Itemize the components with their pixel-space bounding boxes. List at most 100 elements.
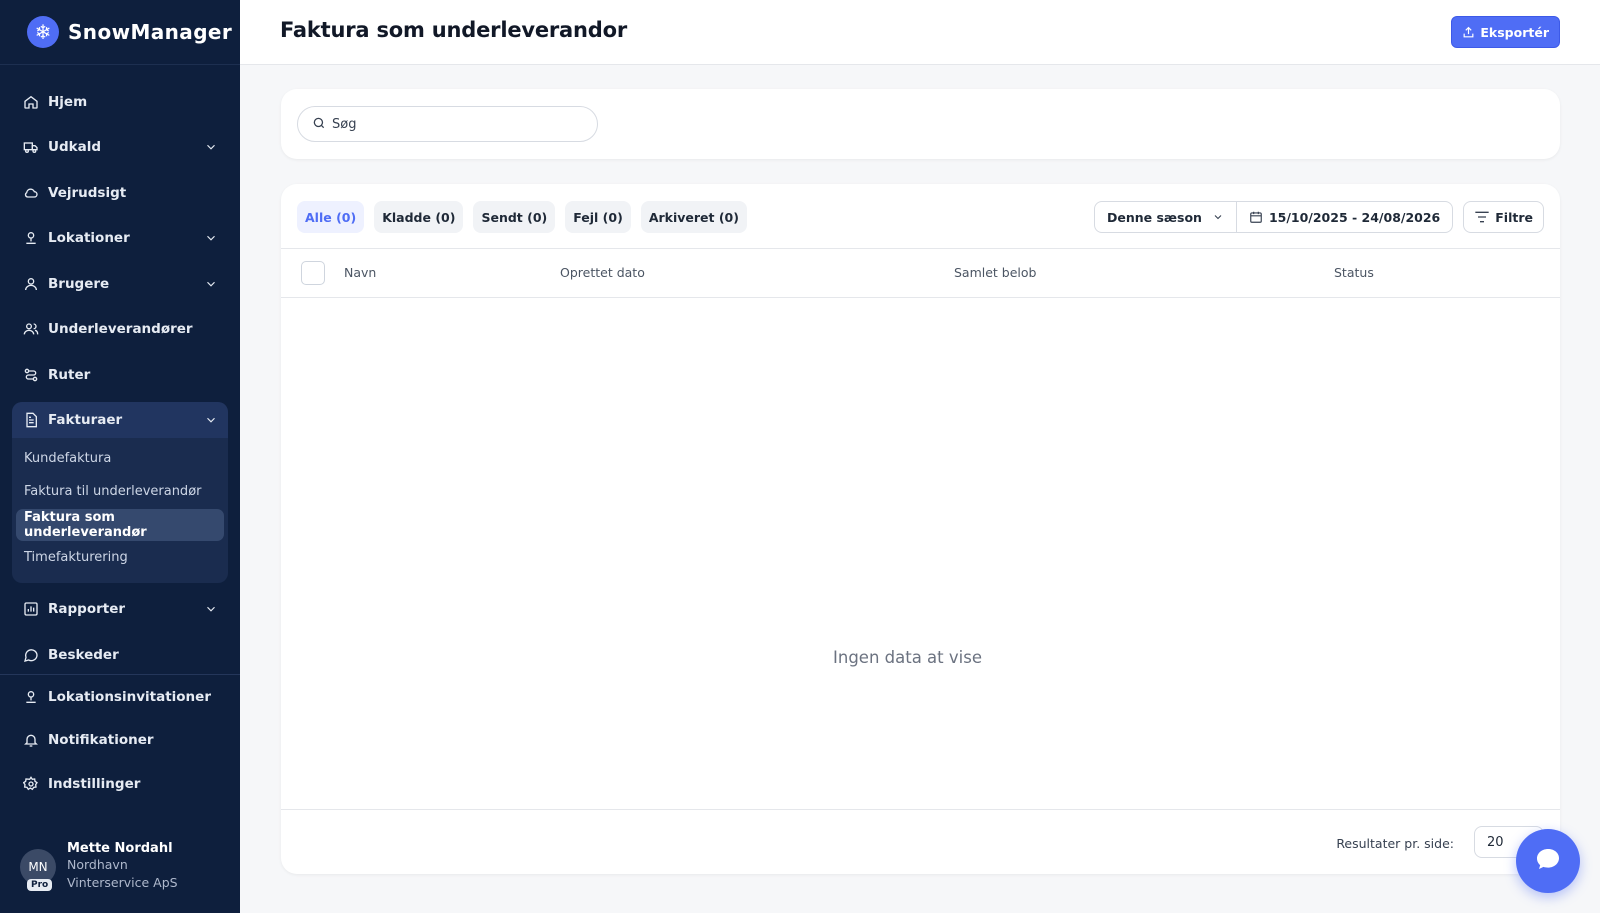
sidebar-item-label: Vejrudsigt bbox=[48, 184, 127, 201]
sidebar-item-vejrudsigt[interactable]: Vejrudsigt bbox=[12, 170, 228, 216]
sidebar-item-label: Beskeder bbox=[48, 646, 119, 663]
submenu-item-faktura-som-underleverandor[interactable]: Faktura som underleverandør bbox=[16, 508, 224, 541]
chevron-down-icon bbox=[204, 140, 218, 154]
sidebar-item-label: Lokationer bbox=[48, 230, 130, 247]
user-organization: Nordhavn Vinterservice ApS bbox=[67, 857, 178, 890]
truck-icon bbox=[22, 138, 40, 156]
cloud-icon bbox=[22, 184, 40, 202]
sidebar-item-brugere[interactable]: Brugere bbox=[12, 261, 228, 307]
tab-alle[interactable]: Alle (0) bbox=[297, 201, 365, 233]
sidebar-item-label: Notifikationer bbox=[48, 732, 154, 749]
sidebar: ❄ SnowManager Hjem Udkald Vejrudsigt Lok… bbox=[0, 0, 240, 913]
filters-label: Filtre bbox=[1495, 209, 1533, 225]
chevron-down-icon bbox=[1212, 211, 1224, 223]
chevron-down-icon bbox=[204, 413, 218, 427]
sidebar-item-lokationsinvitationer[interactable]: Lokationsinvitationer bbox=[12, 675, 228, 719]
app-name: SnowManager bbox=[68, 20, 233, 44]
invoices-group: Fakturaer Kundefaktura Faktura til under… bbox=[12, 401, 228, 583]
sidebar-item-rapporter[interactable]: Rapporter bbox=[12, 587, 228, 633]
sidebar-item-label: Rapporter bbox=[48, 601, 126, 618]
filters-button[interactable]: Filtre bbox=[1463, 201, 1544, 233]
chat-button[interactable] bbox=[1516, 829, 1580, 893]
date-range-picker[interactable]: 15/10/2025 - 24/08/2026 bbox=[1237, 202, 1452, 232]
chevron-down-icon bbox=[204, 602, 218, 616]
chart-icon bbox=[22, 600, 40, 618]
sidebar-item-ruter[interactable]: Ruter bbox=[12, 352, 228, 398]
column-header-status[interactable]: Status bbox=[1334, 265, 1374, 280]
sidebar-item-fakturaer[interactable]: Fakturaer bbox=[12, 401, 228, 438]
filter-icon bbox=[1474, 210, 1490, 224]
table-footer: Resultater pr. side: 20 bbox=[281, 809, 1560, 874]
table-header: Navn Oprettet dato Samlet belob Status bbox=[281, 248, 1560, 298]
user-info: Mette Nordahl Nordhavn Vinterservice ApS bbox=[67, 841, 207, 895]
per-page-label: Resultater pr. side: bbox=[1336, 836, 1454, 851]
sidebar-item-hjem[interactable]: Hjem bbox=[12, 79, 228, 125]
user-profile[interactable]: MN Pro Mette Nordahl Nordhavn Vinterserv… bbox=[0, 823, 240, 913]
search-icon bbox=[312, 115, 326, 134]
tab-kladde[interactable]: Kladde (0) bbox=[374, 201, 464, 233]
per-page-value: 20 bbox=[1487, 834, 1504, 850]
sidebar-item-label: Indstillinger bbox=[48, 775, 141, 792]
message-icon bbox=[22, 646, 40, 664]
export-button[interactable]: Eksportér bbox=[1451, 16, 1560, 48]
sidebar-item-label: Brugere bbox=[48, 275, 110, 292]
gear-icon bbox=[22, 775, 40, 793]
column-header-navn[interactable]: Navn bbox=[344, 265, 376, 280]
calendar-icon bbox=[1249, 210, 1263, 224]
submenu-item-timefakturering[interactable]: Timefakturering bbox=[16, 542, 224, 574]
avatar: MN Pro bbox=[20, 849, 56, 891]
sidebar-item-label: Hjem bbox=[48, 93, 88, 110]
tab-fejl[interactable]: Fejl (0) bbox=[565, 201, 631, 233]
select-all-checkbox[interactable] bbox=[301, 261, 325, 285]
user-icon bbox=[22, 275, 40, 293]
sidebar-item-beskeder[interactable]: Beskeder bbox=[12, 632, 228, 678]
chat-bubble-icon bbox=[1535, 847, 1561, 875]
bell-icon bbox=[22, 731, 40, 749]
topbar: Faktura som underleverandor Eksportér bbox=[240, 0, 1600, 65]
export-label: Eksportér bbox=[1480, 24, 1549, 40]
sidebar-item-label: Udkald bbox=[48, 139, 102, 156]
export-icon bbox=[1462, 26, 1475, 39]
user-name: Mette Nordahl bbox=[67, 841, 173, 856]
location-invite-icon bbox=[22, 688, 40, 706]
sidebar-item-label: Fakturaer bbox=[48, 411, 123, 428]
invoice-table-card: Alle (0) Kladde (0) Sendt (0) Fejl (0) A… bbox=[281, 184, 1560, 874]
sidebar-item-underleverandorer[interactable]: Underleverandører bbox=[12, 307, 228, 353]
status-tabs: Alle (0) Kladde (0) Sendt (0) Fejl (0) A… bbox=[297, 201, 747, 233]
empty-state: Ingen data at vise bbox=[833, 648, 982, 667]
pro-badge: Pro bbox=[27, 879, 53, 891]
submenu-item-faktura-til-underleverandor[interactable]: Faktura til underleverandør bbox=[16, 476, 224, 508]
filters-bar: Denne sæson 15/10/2025 - 24/08/2026 Filt… bbox=[1093, 201, 1544, 233]
date-range-label: 15/10/2025 - 24/08/2026 bbox=[1268, 209, 1441, 225]
column-header-samlet-belob[interactable]: Samlet belob bbox=[954, 265, 1037, 280]
users-icon bbox=[22, 320, 40, 338]
invoices-submenu: Kundefaktura Faktura til underleverandør… bbox=[12, 438, 228, 574]
sidebar-item-label: Ruter bbox=[48, 366, 91, 383]
bottom-nav: Lokationsinvitationer Notifikationer Ind… bbox=[0, 674, 240, 806]
sidebar-item-label: Underleverandører bbox=[48, 321, 193, 338]
brand[interactable]: ❄ SnowManager bbox=[0, 0, 240, 65]
submenu-item-kundefaktura[interactable]: Kundefaktura bbox=[16, 443, 224, 475]
search-box[interactable] bbox=[297, 106, 598, 142]
sidebar-item-label: Lokationsinvitationer bbox=[48, 688, 211, 705]
search-input[interactable] bbox=[332, 116, 572, 132]
page-title: Faktura som underleverandor bbox=[280, 18, 627, 42]
avatar-initials: MN bbox=[28, 860, 48, 874]
sidebar-item-notifikationer[interactable]: Notifikationer bbox=[12, 719, 228, 763]
route-icon bbox=[22, 366, 40, 384]
tab-sendt[interactable]: Sendt (0) bbox=[473, 201, 556, 233]
tab-arkiveret[interactable]: Arkiveret (0) bbox=[640, 201, 747, 233]
season-date-control: Denne sæson 15/10/2025 - 24/08/2026 bbox=[1093, 201, 1454, 233]
chevron-down-icon bbox=[204, 277, 218, 291]
season-label: Denne sæson bbox=[1106, 209, 1202, 225]
sidebar-item-lokationer[interactable]: Lokationer bbox=[12, 216, 228, 262]
sidebar-item-indstillinger[interactable]: Indstillinger bbox=[12, 762, 228, 806]
column-header-oprettet-dato[interactable]: Oprettet dato bbox=[560, 265, 645, 280]
search-card bbox=[281, 89, 1560, 159]
sidebar-item-udkald[interactable]: Udkald bbox=[12, 125, 228, 171]
location-icon bbox=[22, 229, 40, 247]
invoice-icon bbox=[22, 411, 40, 429]
main-nav: Hjem Udkald Vejrudsigt Lokationer Bruger… bbox=[0, 65, 240, 678]
season-select[interactable]: Denne sæson bbox=[1095, 202, 1237, 232]
home-icon bbox=[22, 93, 40, 111]
